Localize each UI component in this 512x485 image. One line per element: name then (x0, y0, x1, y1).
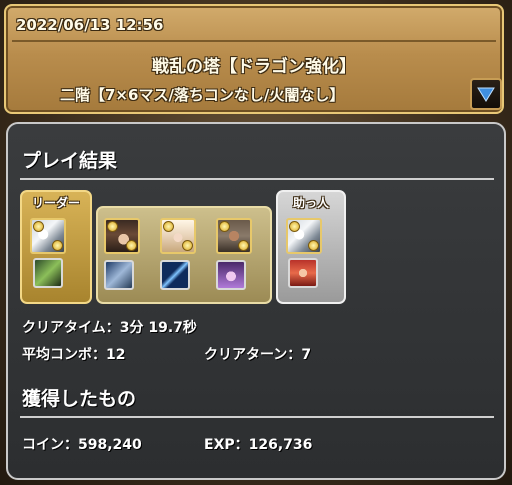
play-result-title: プレイ結果 (22, 150, 118, 172)
rewards-title: 獲得したもの (22, 388, 137, 410)
dungeon-title: 戦乱の塔【ドラゴン強化】 (152, 57, 356, 77)
purple-creature-assist-icon[interactable] (216, 260, 246, 290)
clear-turn-label: クリアターン： (204, 347, 302, 363)
play-datetime: 2022/06/13 12:56 (16, 16, 164, 34)
section-divider (20, 178, 494, 180)
awaken-badge-icon (238, 240, 249, 251)
clear-time-stat: クリアタイム：3分 19.7秒 (22, 317, 197, 337)
awaken-badge-icon (52, 240, 63, 251)
expand-toggle-button[interactable] (470, 78, 502, 110)
helper-frame: 助っ人 (276, 190, 346, 304)
plus-badge-icon (289, 221, 300, 232)
sub-members-frame (96, 206, 272, 304)
clear-time-label: クリアタイム： (22, 320, 120, 336)
plus-badge-icon (163, 221, 174, 232)
plus-badge-icon (33, 221, 44, 232)
section-divider (20, 416, 494, 418)
exp-stat: EXP：126,736 (204, 434, 312, 454)
down-triangle-icon (477, 87, 495, 102)
result-panel: プレイ結果 リーダー 助っ人 クリアタイム：3分 19.7秒 平均コンボ：12 … (6, 122, 506, 480)
white-dragon-monster-icon[interactable] (286, 218, 322, 254)
plus-badge-icon (107, 221, 118, 232)
white-dragon-monster-icon[interactable] (30, 218, 66, 254)
leader-frame: リーダー (20, 190, 92, 304)
coin-value: 598,240 (78, 437, 142, 453)
clear-turn-value: 7 (301, 347, 312, 363)
witch-monster-icon[interactable] (104, 218, 140, 254)
coin-stat: コイン：598,240 (22, 434, 142, 454)
exp-value: 126,736 (248, 437, 313, 453)
helper-label: 助っ人 (292, 196, 329, 210)
average-combo-label: 平均コンボ： (22, 347, 106, 363)
floor-info: 二階【7×6マス/落ちコンなし/火闇なし】 (60, 86, 345, 104)
red-hair-girl-assist-icon[interactable] (288, 258, 318, 288)
blue-spear-assist-icon[interactable] (160, 260, 190, 290)
average-combo-stat: 平均コンボ：12 (22, 344, 125, 364)
plus-badge-icon (219, 221, 230, 232)
awaken-badge-icon (308, 240, 319, 251)
goddess-monster-icon[interactable] (160, 218, 196, 254)
header-divider (12, 40, 496, 42)
clear-turn-stat: クリアターン：7 (204, 344, 311, 364)
dungeon-header: 2022/06/13 12:56 戦乱の塔【ドラゴン強化】 二階【7×6マス/落… (4, 4, 504, 114)
awaken-badge-icon (126, 240, 137, 251)
awaken-badge-icon (182, 240, 193, 251)
clear-time-value: 3分 19.7秒 (119, 320, 197, 336)
exp-label: EXP： (204, 437, 249, 453)
blue-dragon-assist-icon[interactable] (104, 260, 134, 290)
bearded-man-monster-icon[interactable] (216, 218, 252, 254)
green-weapon-assist-icon[interactable] (33, 258, 63, 288)
leader-label: リーダー (31, 196, 80, 210)
coin-label: コイン： (22, 437, 78, 453)
average-combo-value: 12 (106, 347, 126, 363)
